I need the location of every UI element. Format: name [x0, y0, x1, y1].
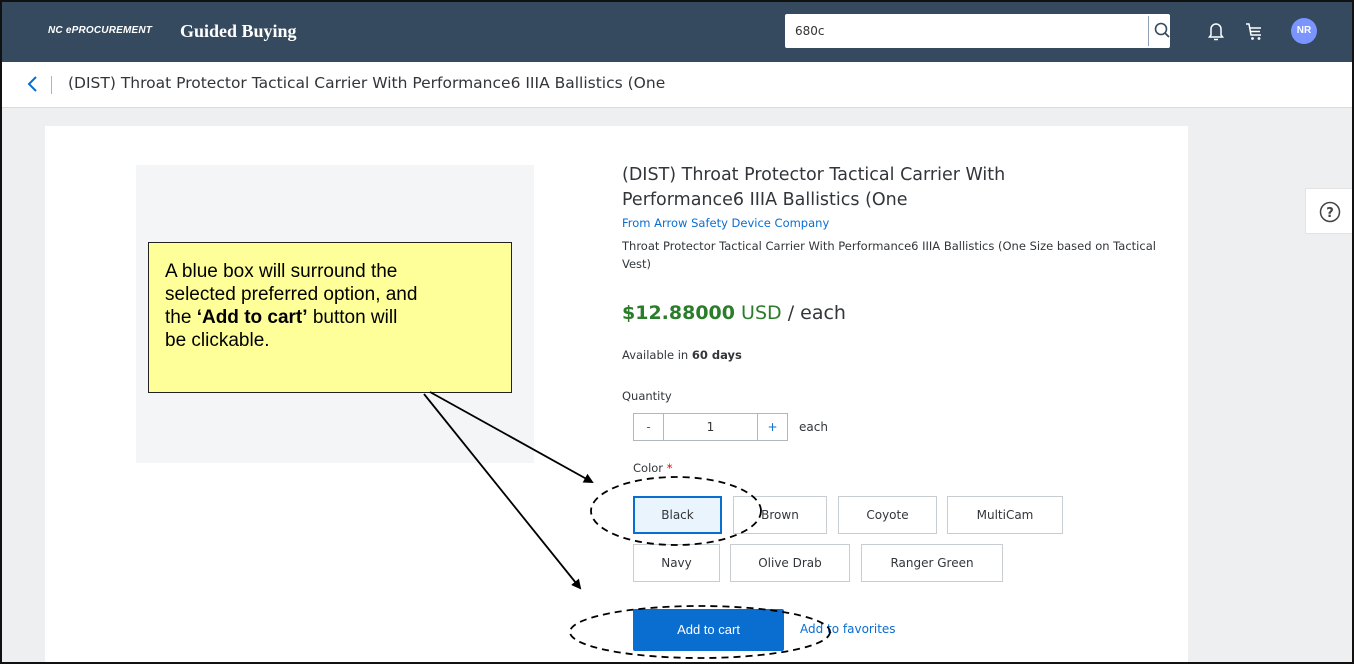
color-label-text: Color — [633, 461, 664, 475]
help-icon: ? — [1319, 201, 1341, 223]
color-option-multicam[interactable]: MultiCam — [947, 496, 1063, 534]
chevron-left-icon[interactable] — [26, 74, 40, 94]
avatar[interactable]: NR — [1291, 18, 1317, 44]
product-title: (DIST) Throat Protector Tactical Carrier… — [622, 163, 1142, 213]
color-option-brown[interactable]: Brown — [733, 496, 827, 534]
color-option-ranger-green[interactable]: Ranger Green — [861, 544, 1003, 582]
product-title-line: (DIST) Throat Protector Tactical Carrier… — [622, 165, 1006, 185]
color-option-olive-drab[interactable]: Olive Drab — [730, 544, 850, 582]
quantity-increase-button[interactable]: + — [757, 413, 788, 441]
callout-line: be clickable. — [165, 330, 270, 351]
color-label: Color * — [633, 461, 672, 475]
quantity-unit: each — [799, 420, 828, 434]
search-input-value: 680c — [795, 24, 825, 38]
product-title-line: Performance6 IIIA Ballistics (One — [622, 190, 908, 210]
price: $12.88000 USD / each — [622, 302, 846, 324]
callout-text: button will — [312, 307, 398, 328]
bell-icon[interactable] — [1207, 20, 1225, 42]
search-divider — [1148, 16, 1149, 46]
product-description: Throat Protector Tactical Carrier With P… — [622, 239, 1156, 271]
quantity-stepper: - 1 + — [633, 413, 788, 441]
top-bar: NC ePROCUREMENT Guided Buying 680c NR — [2, 2, 1352, 62]
annotation-callout: A blue box will surround the selected pr… — [148, 242, 512, 393]
search-input[interactable]: 680c — [785, 14, 1170, 48]
quantity-decrease-button[interactable]: - — [633, 413, 664, 441]
callout-line: A blue box will surround the — [165, 261, 398, 282]
add-to-cart-button[interactable]: Add to cart — [633, 609, 784, 651]
price-unit: / each — [787, 302, 846, 324]
availability: Available in 60 days — [622, 348, 742, 362]
quantity-input[interactable]: 1 — [664, 413, 757, 441]
supplier-link[interactable]: From Arrow Safety Device Company — [622, 216, 829, 230]
help-button[interactable]: ? — [1305, 188, 1352, 234]
callout-line: selected preferred option, and — [165, 284, 418, 305]
header-divider — [51, 76, 52, 94]
quantity-label: Quantity — [622, 389, 672, 403]
required-marker: * — [666, 461, 673, 475]
page-header: (DIST) Throat Protector Tactical Carrier… — [2, 62, 1352, 108]
availability-prefix: Available in — [622, 348, 689, 362]
svg-text:?: ? — [1326, 206, 1334, 221]
price-currency: USD — [741, 302, 782, 324]
color-option-navy[interactable]: Navy — [633, 544, 720, 582]
app-frame: NC ePROCUREMENT Guided Buying 680c NR (D… — [0, 0, 1354, 664]
color-option-black[interactable]: Black — [633, 496, 722, 534]
price-amount: $12.88000 — [622, 302, 735, 324]
brand-logo-text: NC ePROCUREMENT — [48, 25, 153, 36]
app-title[interactable]: Guided Buying — [180, 21, 297, 42]
callout-line: the ‘Add to cart’ button will — [165, 306, 511, 329]
availability-days: 60 days — [691, 348, 742, 362]
page-title: (DIST) Throat Protector Tactical Carrier… — [68, 74, 666, 92]
callout-text: the — [165, 307, 192, 328]
color-option-coyote[interactable]: Coyote — [838, 496, 937, 534]
add-to-favorites-link[interactable]: Add to favorites — [800, 622, 896, 636]
search-icon[interactable] — [1152, 18, 1172, 44]
callout-bold-text: ‘Add to cart’ — [196, 307, 308, 328]
cart-icon[interactable] — [1245, 20, 1265, 42]
